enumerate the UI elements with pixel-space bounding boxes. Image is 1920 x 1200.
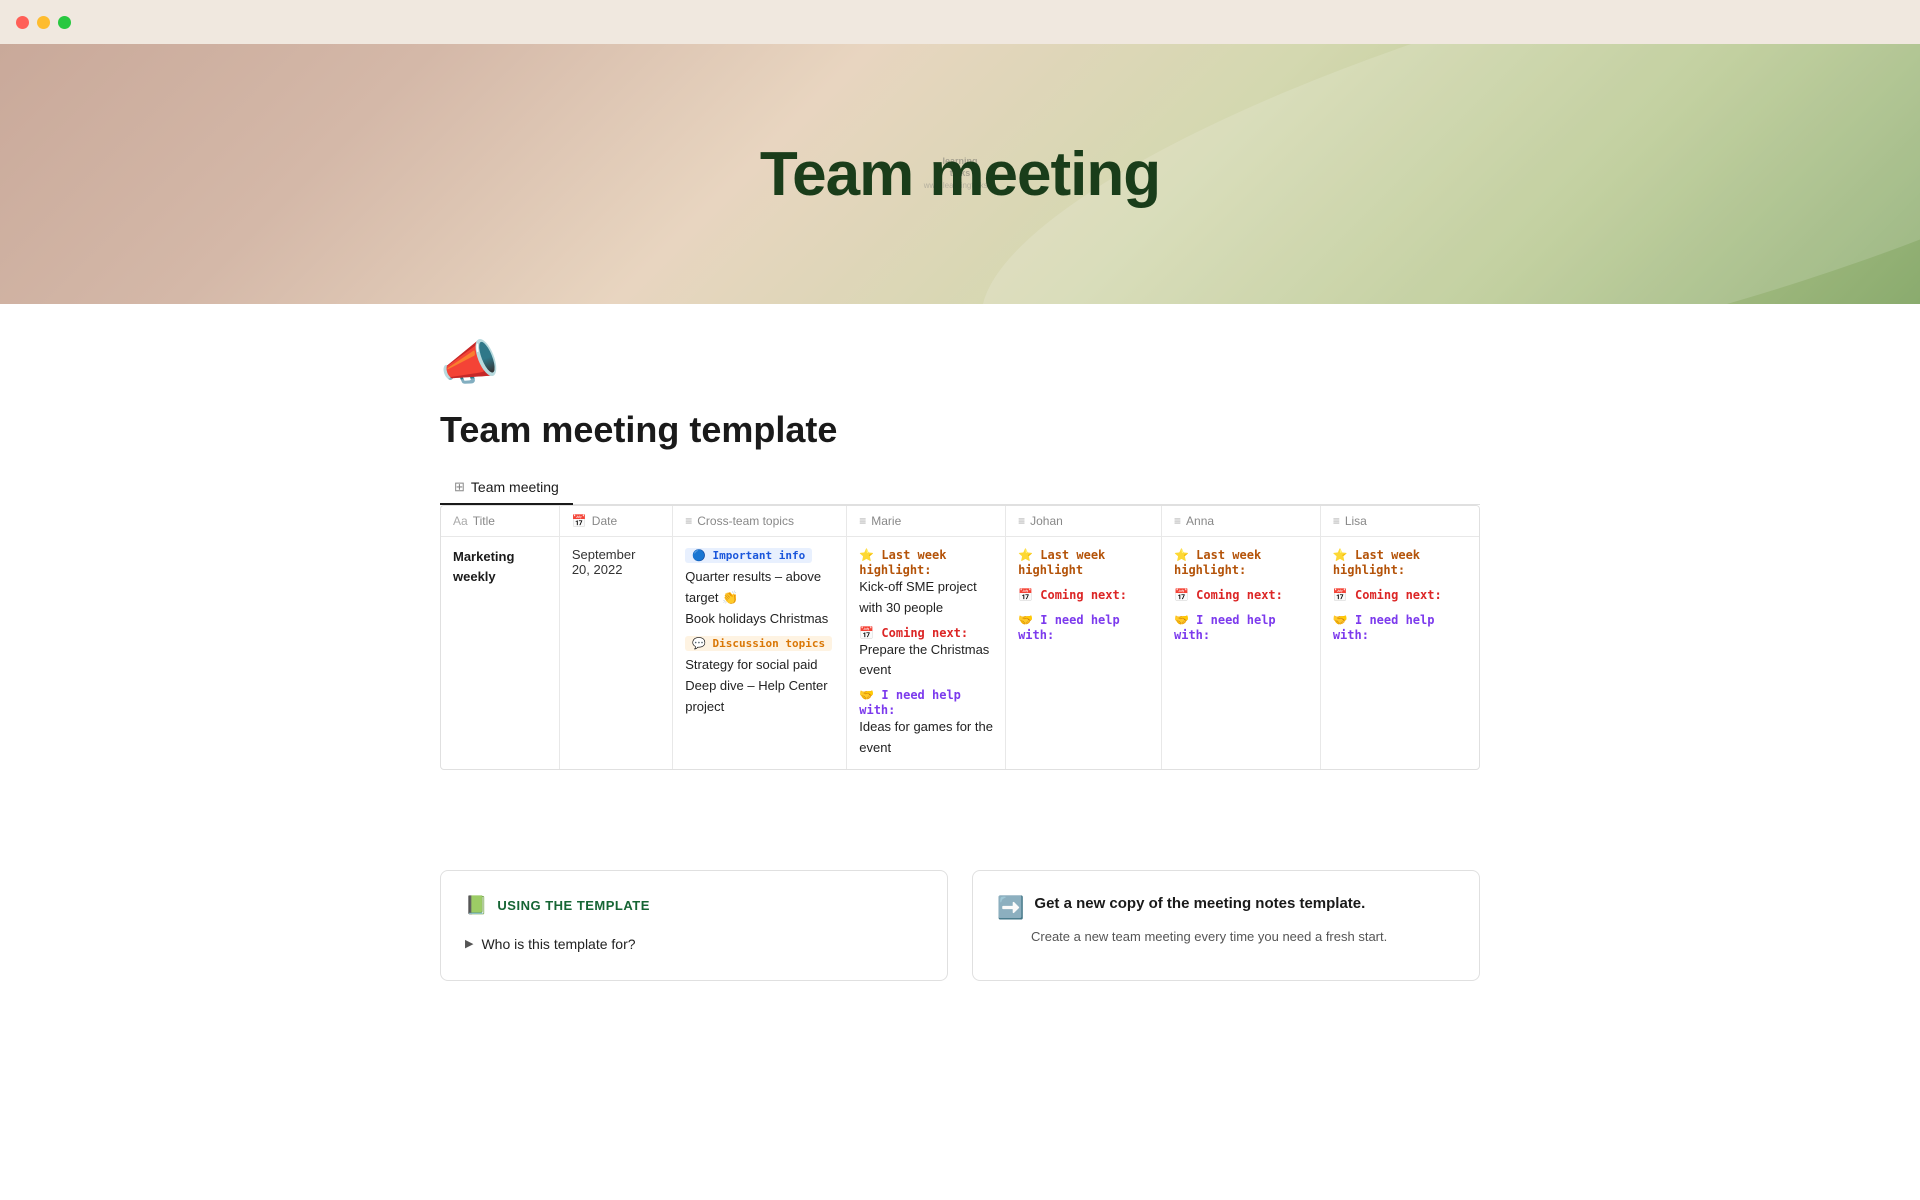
hero-title: Team meeting	[760, 139, 1160, 210]
cell-marie: ⭐ Last week highlight: Kick-off SME proj…	[847, 537, 1006, 769]
new-copy-description: Create a new team meeting every time you…	[1031, 929, 1455, 944]
anna-help-tag: 🤝 I need help with:	[1174, 613, 1276, 642]
hero-banner: learningtalks www.learningtalks.io Team …	[0, 44, 1920, 304]
using-template-label: USING THE TEMPLATE	[497, 898, 649, 913]
th-marie: ≡ Marie	[847, 506, 1006, 537]
th-johan-label: Johan	[1030, 514, 1063, 528]
table-row: Marketingweekly September20, 2022 🔵 Impo…	[441, 537, 1479, 769]
row-title: Marketingweekly	[453, 547, 547, 586]
arrow-right-icon: ➡️	[997, 895, 1024, 921]
who-is-this-collapsible[interactable]: ▶ Who is this template for?	[465, 932, 923, 956]
titlebar	[0, 0, 1920, 44]
johan-coming-tag: 📅 Coming next:	[1018, 588, 1127, 602]
marie-help-tag: 🤝 I need help with:	[859, 688, 961, 717]
book-icon: 📗	[465, 895, 487, 916]
th-date-label: Date	[592, 514, 617, 528]
meeting-table: Aa Title 📅 Date ≡ Cross-team topi	[441, 506, 1479, 769]
lisa-help-tag: 🤝 I need help with:	[1333, 613, 1435, 642]
johan-highlight-tag: ⭐ Last week highlight	[1018, 548, 1105, 577]
bottom-section: 📗 USING THE TEMPLATE ▶ Who is this templ…	[360, 870, 1560, 981]
tab-bar: ⊞ Team meeting	[440, 471, 1480, 505]
discussion-tag: 💬 Discussion topics	[685, 636, 832, 651]
discussion-item-1: Strategy for social paid	[685, 655, 834, 676]
marie-coming-tag: 📅 Coming next:	[859, 626, 968, 640]
th-cross-team: ≡ Cross-team topics	[673, 506, 847, 537]
cell-date: September20, 2022	[559, 537, 672, 769]
anna-highlight-tag: ⭐ Last week highlight:	[1174, 548, 1261, 577]
th-cross-label: Cross-team topics	[697, 514, 794, 528]
important-tag: 🔵 Important info	[685, 548, 812, 563]
row-date: September20, 2022	[572, 547, 660, 577]
th-anna-icon: ≡	[1174, 514, 1181, 528]
th-cross-icon: ≡	[685, 514, 692, 528]
page-body: 📣 Team meeting template ⊞ Team meeting A…	[360, 304, 1560, 830]
important-item-1: Quarter results – above target 👏	[685, 567, 834, 609]
cell-johan: ⭐ Last week highlight 📅 Coming next: 🤝 I…	[1006, 537, 1162, 769]
minimize-button[interactable]	[37, 16, 50, 29]
th-lisa-label: Lisa	[1345, 514, 1367, 528]
table-header-row: Aa Title 📅 Date ≡ Cross-team topi	[441, 506, 1479, 537]
cell-cross-team: 🔵 Important info Quarter results – above…	[673, 537, 847, 769]
page-icon-area: 📣	[440, 304, 1480, 401]
cell-lisa: ⭐ Last week highlight: 📅 Coming next: 🤝 …	[1320, 537, 1479, 769]
th-date: 📅 Date	[559, 506, 672, 537]
th-title-label: Title	[473, 514, 495, 528]
th-title-icon: Aa	[453, 514, 468, 528]
th-title: Aa Title	[441, 506, 559, 537]
th-johan: ≡ Johan	[1006, 506, 1162, 537]
new-copy-card: ➡️ Get a new copy of the meeting notes t…	[972, 870, 1480, 981]
th-johan-icon: ≡	[1018, 514, 1025, 528]
using-template-header: 📗 USING THE TEMPLATE	[465, 895, 923, 916]
cell-title: Marketingweekly	[441, 537, 559, 769]
johan-help-tag: 🤝 I need help with:	[1018, 613, 1120, 642]
lisa-coming-tag: 📅 Coming next:	[1333, 588, 1442, 602]
th-date-icon: 📅	[572, 514, 587, 528]
cell-anna: ⭐ Last week highlight: 📅 Coming next: 🤝 …	[1162, 537, 1321, 769]
using-template-card: 📗 USING THE TEMPLATE ▶ Who is this templ…	[440, 870, 948, 981]
marie-highlight-tag: ⭐ Last week highlight:	[859, 548, 946, 577]
marie-help-text: Ideas for games for the event	[859, 717, 993, 759]
page-title: Team meeting template	[440, 409, 1480, 451]
th-anna: ≡ Anna	[1162, 506, 1321, 537]
anna-coming-tag: 📅 Coming next:	[1174, 588, 1283, 602]
meeting-table-wrapper: Aa Title 📅 Date ≡ Cross-team topi	[440, 505, 1480, 770]
tab-label: Team meeting	[471, 479, 559, 495]
th-lisa: ≡ Lisa	[1320, 506, 1479, 537]
megaphone-icon: 📣	[440, 337, 500, 390]
close-button[interactable]	[16, 16, 29, 29]
th-marie-label: Marie	[871, 514, 901, 528]
th-lisa-icon: ≡	[1333, 514, 1340, 528]
important-item-2: Book holidays Christmas	[685, 609, 834, 630]
collapse-arrow-icon: ▶	[465, 937, 473, 950]
lisa-highlight-tag: ⭐ Last week highlight:	[1333, 548, 1420, 577]
new-copy-header: ➡️ Get a new copy of the meeting notes t…	[997, 895, 1455, 921]
collapsible-label-1: Who is this template for?	[481, 936, 635, 952]
discussion-item-2: Deep dive – Help Center project	[685, 676, 834, 718]
new-copy-title: Get a new copy of the meeting notes temp…	[1034, 895, 1365, 912]
tab-team-meeting[interactable]: ⊞ Team meeting	[440, 471, 573, 505]
table-icon: ⊞	[454, 479, 465, 495]
th-anna-label: Anna	[1186, 514, 1214, 528]
marie-coming-text: Prepare the Christmas event	[859, 640, 993, 682]
th-marie-icon: ≡	[859, 514, 866, 528]
marie-highlight-text: Kick-off SME project with 30 people	[859, 577, 993, 619]
maximize-button[interactable]	[58, 16, 71, 29]
